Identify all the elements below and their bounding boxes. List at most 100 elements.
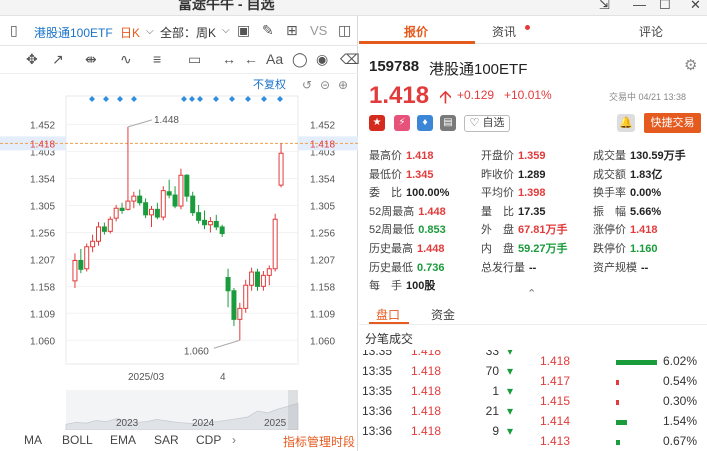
stat-label: 开盘价 xyxy=(481,150,514,162)
shape-icon[interactable]: ▭ xyxy=(188,52,201,66)
tab-quote[interactable]: 报价 xyxy=(404,23,428,40)
drawing-toolbar: ✥ ↗ ⇼ ∿ ≡ ▭ ↔ ← Aa ◯ ◉ ⌫ xyxy=(0,46,360,74)
maximize-icon[interactable]: ☐ xyxy=(659,0,671,13)
chevron-down-icon[interactable]: ⌵ xyxy=(146,25,154,39)
active-tab-underline xyxy=(359,41,475,44)
fib-icon[interactable]: ≡ xyxy=(153,52,161,66)
candle-body xyxy=(131,195,137,202)
kline-chart[interactable]: 不复权 ↺ ⊝ ⊕ 1.452 1.452 1.403 1.403 1.354 1.354 1.30… xyxy=(0,74,358,451)
tab-zichan[interactable]: 资金 xyxy=(431,306,455,323)
depth-list[interactable]: 1.418 6.02% 1.417 0.54% 1.415 0.30% 1.414 1.54%… xyxy=(534,350,707,451)
camera-icon[interactable]: ▣ xyxy=(237,23,250,37)
stat-item: 资产规模 -- xyxy=(593,259,648,275)
wave-icon[interactable]: ∿ xyxy=(120,52,132,66)
active-subtab-underline xyxy=(369,322,409,324)
tick-volume: 33 xyxy=(485,350,499,358)
tick-time: 13:36 xyxy=(362,404,393,418)
gear-icon[interactable]: ⚙ xyxy=(684,56,697,74)
layout-icon[interactable]: ◫ xyxy=(338,23,351,37)
scope-select[interactable]: 全部：周K xyxy=(160,24,216,41)
stat-value: 1.418 xyxy=(406,150,434,162)
tab-pankou[interactable]: 盘口 xyxy=(376,306,400,323)
chevron-right-icon[interactable]: › xyxy=(232,433,236,447)
depth-pct: 0.30% xyxy=(662,394,697,408)
measure-icon[interactable]: ↔ xyxy=(222,52,236,66)
tab-ma[interactable]: MA xyxy=(24,433,42,447)
tab-ema[interactable]: EMA xyxy=(110,433,136,447)
period-select[interactable]: 日K xyxy=(120,24,140,41)
depth-price: 1.417 xyxy=(540,374,571,388)
pin-icon[interactable]: ⇲ xyxy=(599,0,610,13)
bell-icon[interactable]: 🔔 xyxy=(617,114,635,132)
tick-volume: 70 xyxy=(485,364,499,378)
stock-name: 港股通100ETF xyxy=(429,61,528,78)
stat-value: -- xyxy=(529,261,537,274)
arrow-down-icon: ▾ xyxy=(507,350,514,358)
flash-icon[interactable]: ⚡ xyxy=(394,115,410,131)
depth-bar xyxy=(616,440,621,445)
arrow-left-icon[interactable]: ← xyxy=(244,52,258,66)
tick-list[interactable]: 13:35 1.418 33 ▾ 13:35 1.418 70 ▾ 13:35 1.418 1 ▾ 13… xyxy=(359,350,529,451)
y-tick-label-left: 1.109 xyxy=(30,309,55,320)
y-tick-label-right: 1.256 xyxy=(310,228,335,239)
tab-news[interactable]: 资讯 xyxy=(492,23,516,40)
close-icon[interactable]: ✕ xyxy=(690,0,701,13)
tab-boll[interactable]: BOLL xyxy=(62,433,93,447)
symbol-label[interactable]: 港股通100ETF xyxy=(34,24,113,41)
tab-comment[interactable]: 评论 xyxy=(639,23,663,40)
stat-value: 1.289 xyxy=(518,168,546,181)
stat-item: 总发行量 -- xyxy=(481,259,536,275)
x-tick-label: 4 xyxy=(220,372,226,383)
grid-icon[interactable]: ⊞ xyxy=(286,23,298,37)
kline-svg[interactable]: 不复权 ↺ ⊝ ⊕1.452 1.4521.403 1.4031.354 1.3541.30… xyxy=(0,74,358,431)
add-favorite-button[interactable]: ♡ 自选 xyxy=(464,115,510,132)
tab-sar[interactable]: SAR xyxy=(154,433,179,447)
depth-price: 1.418 xyxy=(540,354,571,368)
stat-item: 52周最高 1.448 xyxy=(369,203,446,219)
depth-pct: 1.54% xyxy=(662,414,697,428)
move-icon[interactable]: ✥ xyxy=(26,52,38,66)
stat-label: 历史最高 xyxy=(369,243,413,255)
stat-value: 130.59万手 xyxy=(630,150,686,162)
minimize-icon[interactable]: — xyxy=(633,0,646,12)
trash-icon[interactable]: ⌫ xyxy=(340,52,360,66)
depth-bar xyxy=(616,420,627,425)
tick-row: 13:35 1.418 70 ▾ xyxy=(359,362,529,382)
candle-body xyxy=(213,220,219,228)
stat-label: 外 盘 xyxy=(481,224,514,237)
indicator-tabs: MA BOLL EMA SAR CDP › 指标管理时段 xyxy=(0,430,358,451)
depth-price: 1.413 xyxy=(540,434,571,448)
doc-icon[interactable]: ▤ xyxy=(440,115,456,131)
price-change: +0.129 xyxy=(457,88,495,102)
eye-icon[interactable]: ◉ xyxy=(316,52,328,66)
stat-label: 总发行量 xyxy=(481,261,525,274)
stat-item: 每 手 100股 xyxy=(369,277,435,293)
app-window: 富途牛牛 - 自选 ⇲ — ☐ ✕ ▯ 港股通100ETF 日K ⌵ 全部：周K… xyxy=(0,0,707,451)
channel-icon[interactable]: ⇼ xyxy=(85,52,97,66)
stat-item: 最高价 1.418 xyxy=(369,147,434,163)
stat-value: 17.35 xyxy=(518,205,546,218)
tick-price: 1.418 xyxy=(411,384,442,398)
tab-cdp[interactable]: CDP xyxy=(196,433,221,447)
candle-body xyxy=(160,190,166,218)
pen-icon[interactable]: ✎ xyxy=(262,23,274,37)
trendline-icon[interactable]: ↗ xyxy=(52,52,64,66)
sub-tabs: 盘口 资金 xyxy=(359,298,707,325)
lock-icon[interactable]: ◯ xyxy=(292,52,308,66)
depth-bar xyxy=(616,380,619,385)
y-tick-label-right: 1.207 xyxy=(310,255,335,266)
stat-label: 振 幅 xyxy=(593,205,626,218)
text-icon[interactable]: Aa xyxy=(266,52,283,66)
compare-button[interactable]: VS xyxy=(310,23,327,38)
tag-icon[interactable]: ♦ xyxy=(417,115,433,131)
indicator-manager-link[interactable]: 指标管理时段 xyxy=(283,433,355,450)
refresh-icon: ↺ xyxy=(302,78,312,92)
tick-time: 13:36 xyxy=(362,424,393,438)
list-toggle-icon[interactable]: ▯ xyxy=(10,23,18,37)
candle-body xyxy=(184,174,190,197)
chevron-down-icon[interactable]: ⌵ xyxy=(222,24,230,38)
quick-trade-button[interactable]: 快捷交易 xyxy=(644,113,701,133)
y-tick-label-left: 1.158 xyxy=(30,282,55,293)
stat-value: 1.448 xyxy=(418,205,446,218)
stat-item: 成交额 1.83亿 xyxy=(593,166,662,182)
